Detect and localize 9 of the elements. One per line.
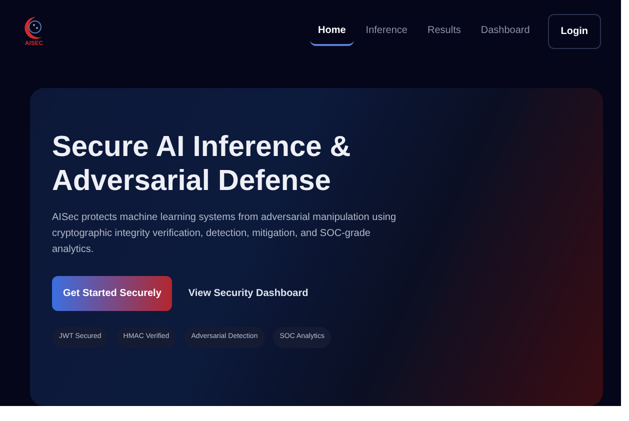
get-started-button[interactable]: Get Started Securely (52, 276, 172, 311)
nav-link[interactable]: Dashboard (472, 16, 538, 46)
login-button[interactable]: Login (548, 14, 601, 48)
nav-link[interactable]: Results (420, 16, 469, 46)
dashboard-link[interactable]: View Security Dashboard (188, 286, 308, 301)
nav-link[interactable]: Inference (358, 16, 416, 46)
hero-description: AISec protects machine learning systems from adversarial manipulation using cryptographic integrity verification, detection, mitigation, and SOC-grade analytics. (52, 211, 398, 257)
nav-link[interactable]: Home (310, 16, 354, 46)
hero-title: Secure AI Inference & Adversarial Defense (52, 130, 352, 198)
